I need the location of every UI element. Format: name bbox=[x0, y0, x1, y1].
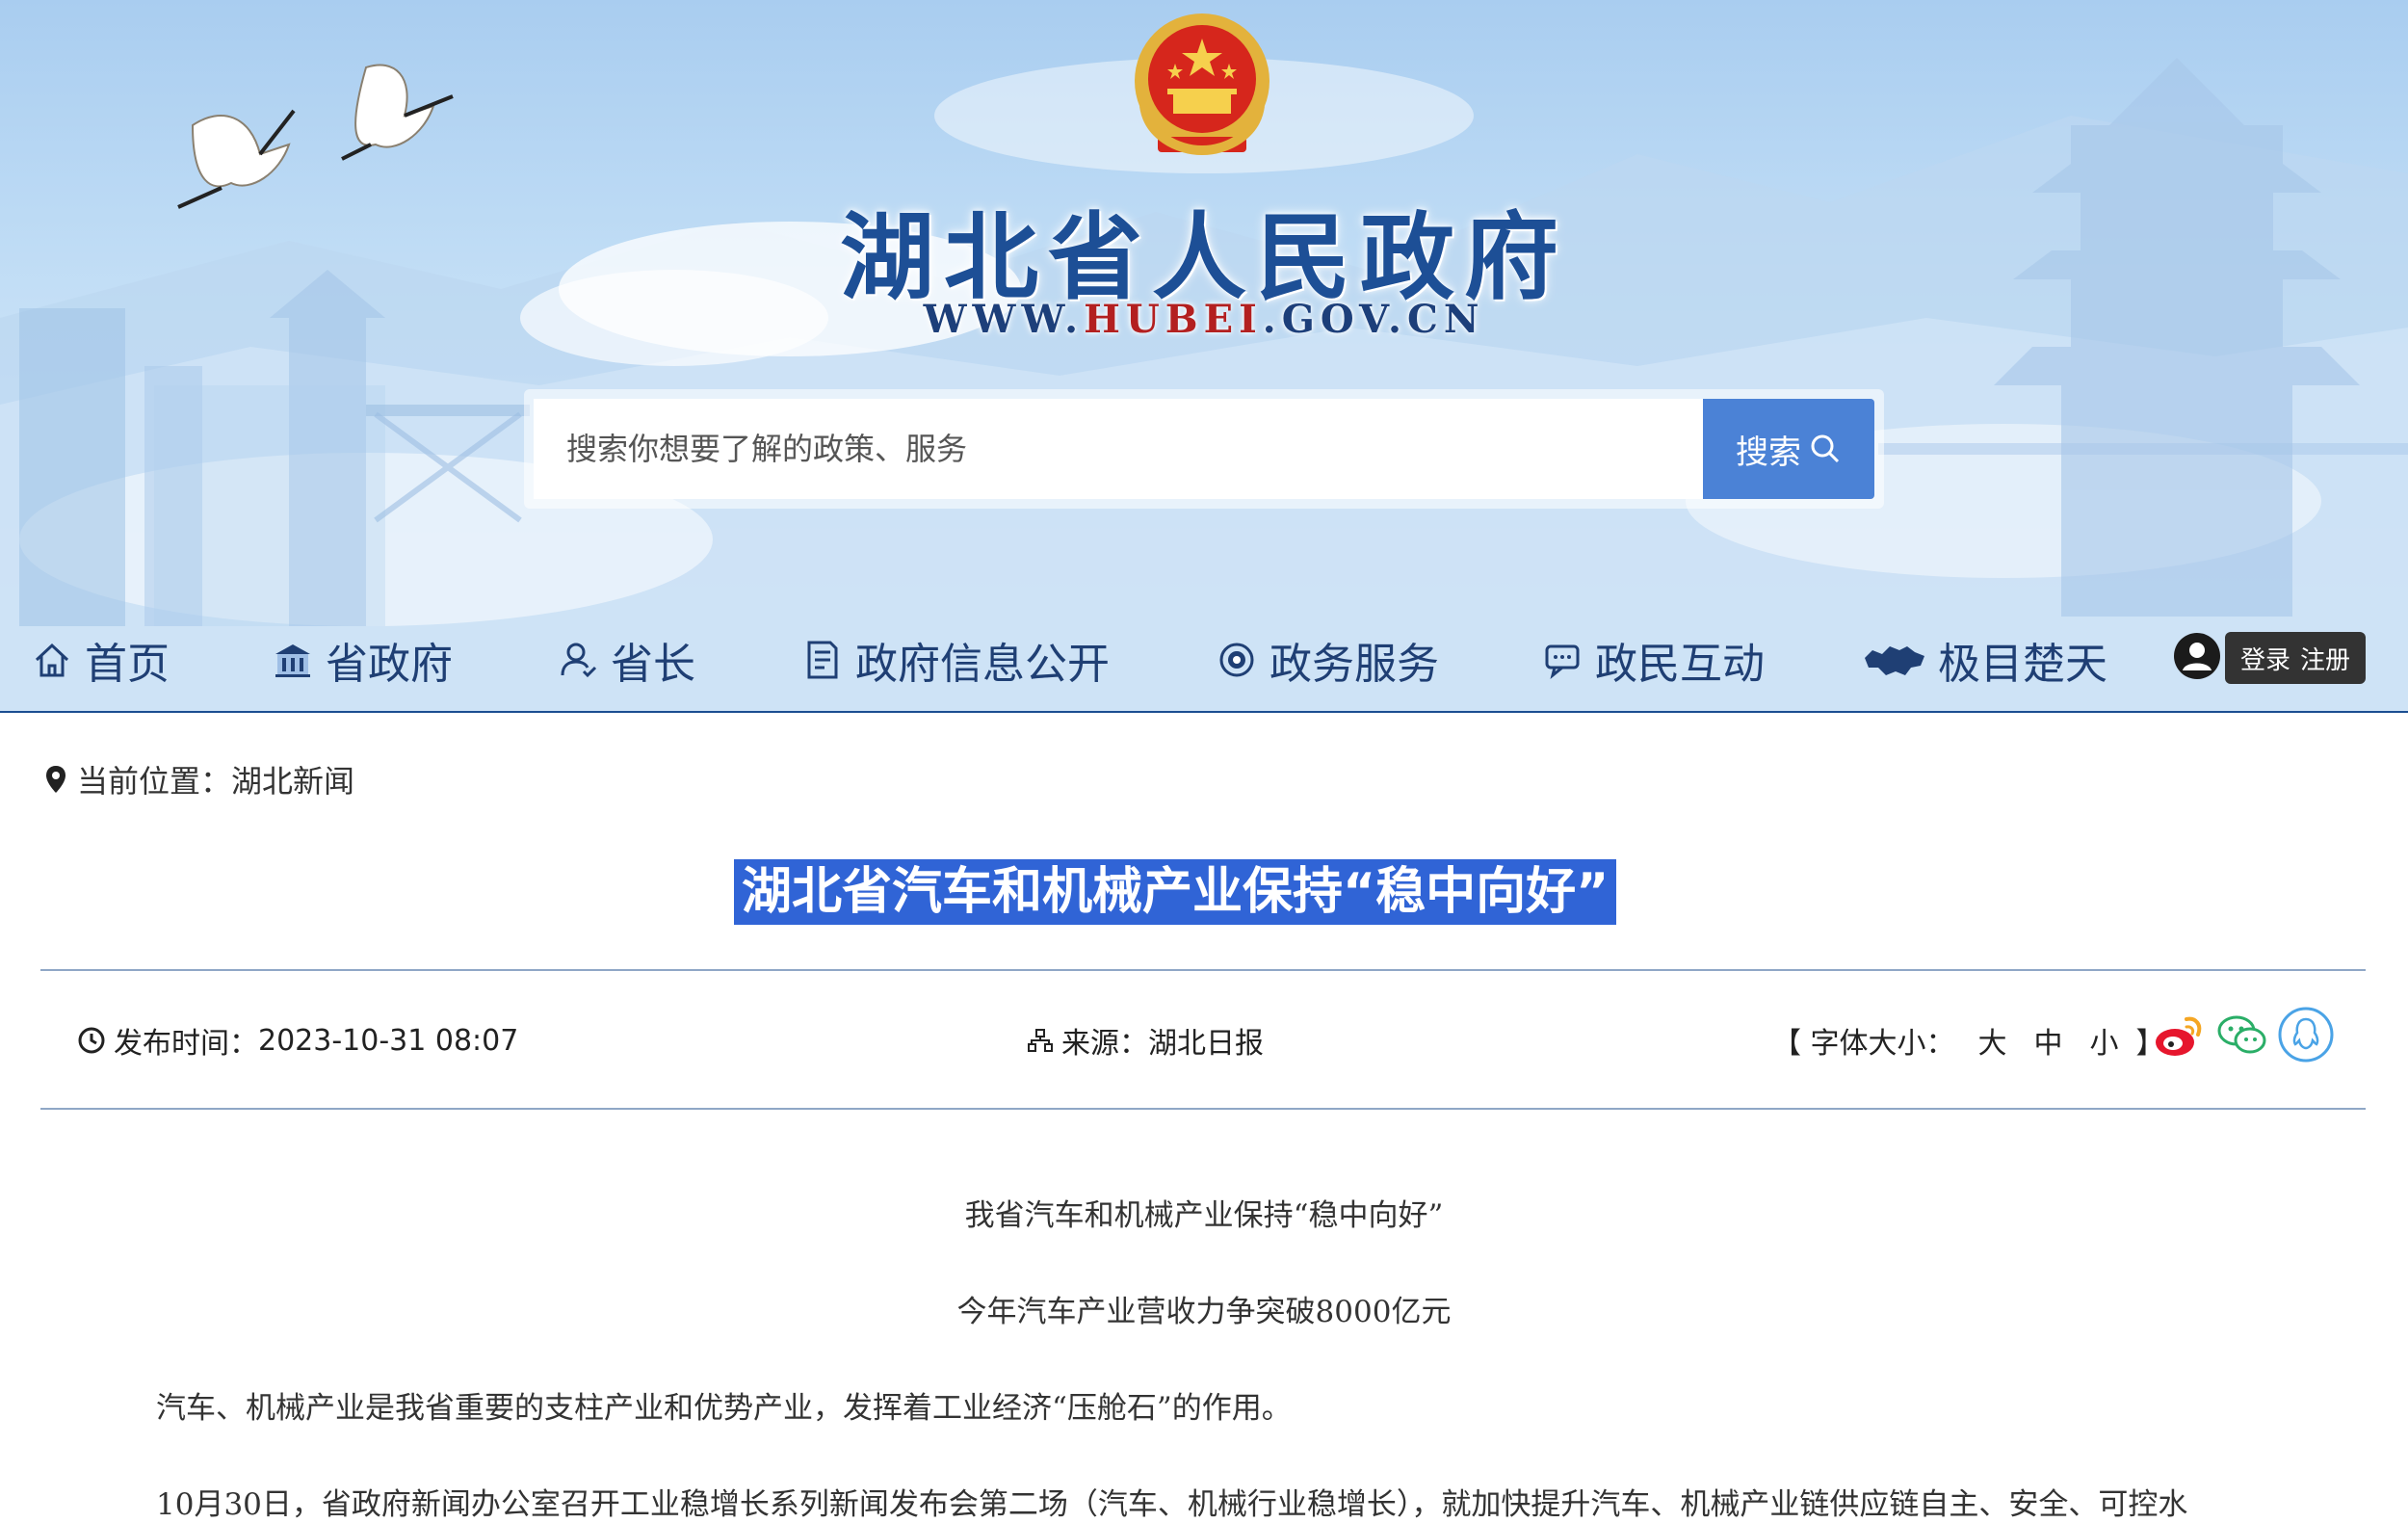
font-size-label: 【 字体大小： bbox=[1772, 1027, 1955, 1061]
qq-share-icon[interactable] bbox=[2277, 1006, 2335, 1063]
site-url-suffix: .GOV.CN bbox=[1262, 297, 1485, 342]
login-register-box: 登录 注册 bbox=[2225, 632, 2366, 684]
chat-icon bbox=[1545, 644, 1580, 679]
search-bar: 搜索 bbox=[524, 389, 1884, 509]
wechat-share-icon[interactable] bbox=[2213, 1006, 2271, 1063]
main-nav: 首页 省政府 省长 政府信息公开 政务服务 政民互动 极目楚天 bbox=[0, 617, 2408, 705]
title-divider bbox=[40, 969, 2366, 971]
font-size-large[interactable]: 大 bbox=[1978, 1019, 2007, 1062]
search-icon bbox=[1811, 434, 1840, 463]
article-paragraph: 汽车、机械产业是我省重要的支柱产业和优势产业，发挥着工业经济“压舱石”的作用。 bbox=[156, 1391, 1292, 1426]
nav-item-label: 政府信息公开 bbox=[855, 640, 1110, 689]
article-source: 来源： 湖北日报 bbox=[1027, 1019, 1264, 1062]
nav-item-jimu-chutian[interactable]: 极目楚天 bbox=[1863, 626, 2107, 694]
article-subtitle: 今年汽车产业营收力争突破8000亿元 bbox=[956, 1295, 1452, 1329]
clock-icon bbox=[78, 1027, 105, 1054]
publish-time-label: 发布时间： bbox=[114, 1027, 258, 1061]
user-avatar-icon[interactable] bbox=[2173, 632, 2221, 680]
login-link[interactable]: 登录 bbox=[2240, 641, 2290, 676]
nav-item-governor[interactable]: 省长 bbox=[557, 626, 695, 694]
publish-time: 发布时间： 2023-10-31 08:07 bbox=[77, 1019, 518, 1062]
article-paragraph: 10月30日，省政府新闻办公室召开工业稳增长系列新闻发布会第二场（汽车、机械行业… bbox=[156, 1487, 2188, 1522]
site-url-prefix: WWW. bbox=[923, 297, 1085, 342]
home-icon bbox=[35, 643, 69, 677]
register-link[interactable]: 注册 bbox=[2300, 641, 2350, 676]
font-size-switcher: 【 字体大小： 大 中 小 】 bbox=[1772, 1019, 2165, 1062]
site-header: 湖北省人民政府 WWW.HUBEI.GOV.CN 搜索 首页 省政府 省长 政府… bbox=[0, 0, 2408, 713]
nav-item-provincial-gov[interactable]: 省政府 bbox=[272, 626, 453, 694]
weibo-share-icon[interactable] bbox=[2150, 1006, 2208, 1063]
breadcrumb: 当前位置： 湖北新闻 bbox=[44, 757, 354, 801]
person-icon bbox=[561, 643, 597, 678]
search-button-label: 搜索 bbox=[1736, 433, 1801, 472]
nav-item-interaction[interactable]: 政民互动 bbox=[1541, 626, 1765, 694]
nav-item-label: 极目楚天 bbox=[1938, 640, 2107, 689]
source-label: 来源： bbox=[1061, 1027, 1148, 1061]
breadcrumb-prefix: 当前位置： bbox=[77, 763, 232, 800]
article-subtitle: 我省汽车和机械产业保持“稳中向好” bbox=[964, 1198, 1444, 1233]
font-size-small[interactable]: 小 bbox=[2090, 1019, 2119, 1062]
nav-item-gov-info[interactable]: 政府信息公开 bbox=[801, 626, 1110, 694]
building-icon bbox=[275, 644, 310, 677]
source-value: 湖北日报 bbox=[1148, 1027, 1264, 1061]
national-emblem-icon bbox=[1135, 13, 1269, 156]
breadcrumb-current[interactable]: 湖北新闻 bbox=[231, 757, 354, 801]
location-pin-icon bbox=[46, 766, 65, 793]
nav-item-label: 省长 bbox=[611, 640, 695, 689]
search-input[interactable] bbox=[534, 399, 1703, 499]
site-url-domain: HUBEI bbox=[1084, 297, 1263, 342]
hubei-map-icon bbox=[1865, 646, 1924, 675]
nav-item-label: 政务服务 bbox=[1269, 640, 1439, 689]
document-icon bbox=[807, 641, 838, 679]
nav-item-home[interactable]: 首页 bbox=[31, 626, 170, 694]
service-icon bbox=[1219, 643, 1254, 677]
article-title: 湖北省汽车和机械产业保持“稳中向好” bbox=[734, 859, 1617, 925]
site-url: WWW.HUBEI.GOV.CN bbox=[0, 297, 2408, 342]
font-size-medium[interactable]: 中 bbox=[2034, 1019, 2063, 1062]
nav-item-label: 省政府 bbox=[326, 640, 453, 689]
nav-divider bbox=[0, 711, 2408, 713]
publish-time-value: 2023-10-31 08:07 bbox=[258, 1023, 519, 1058]
search-button[interactable]: 搜索 bbox=[1703, 399, 1874, 499]
nav-item-label: 政民互动 bbox=[1595, 640, 1765, 689]
nav-item-gov-services[interactable]: 政务服务 bbox=[1216, 626, 1439, 694]
sitemap-icon bbox=[1028, 1029, 1053, 1052]
nav-item-label: 首页 bbox=[85, 640, 170, 689]
meta-divider bbox=[40, 1108, 2366, 1110]
